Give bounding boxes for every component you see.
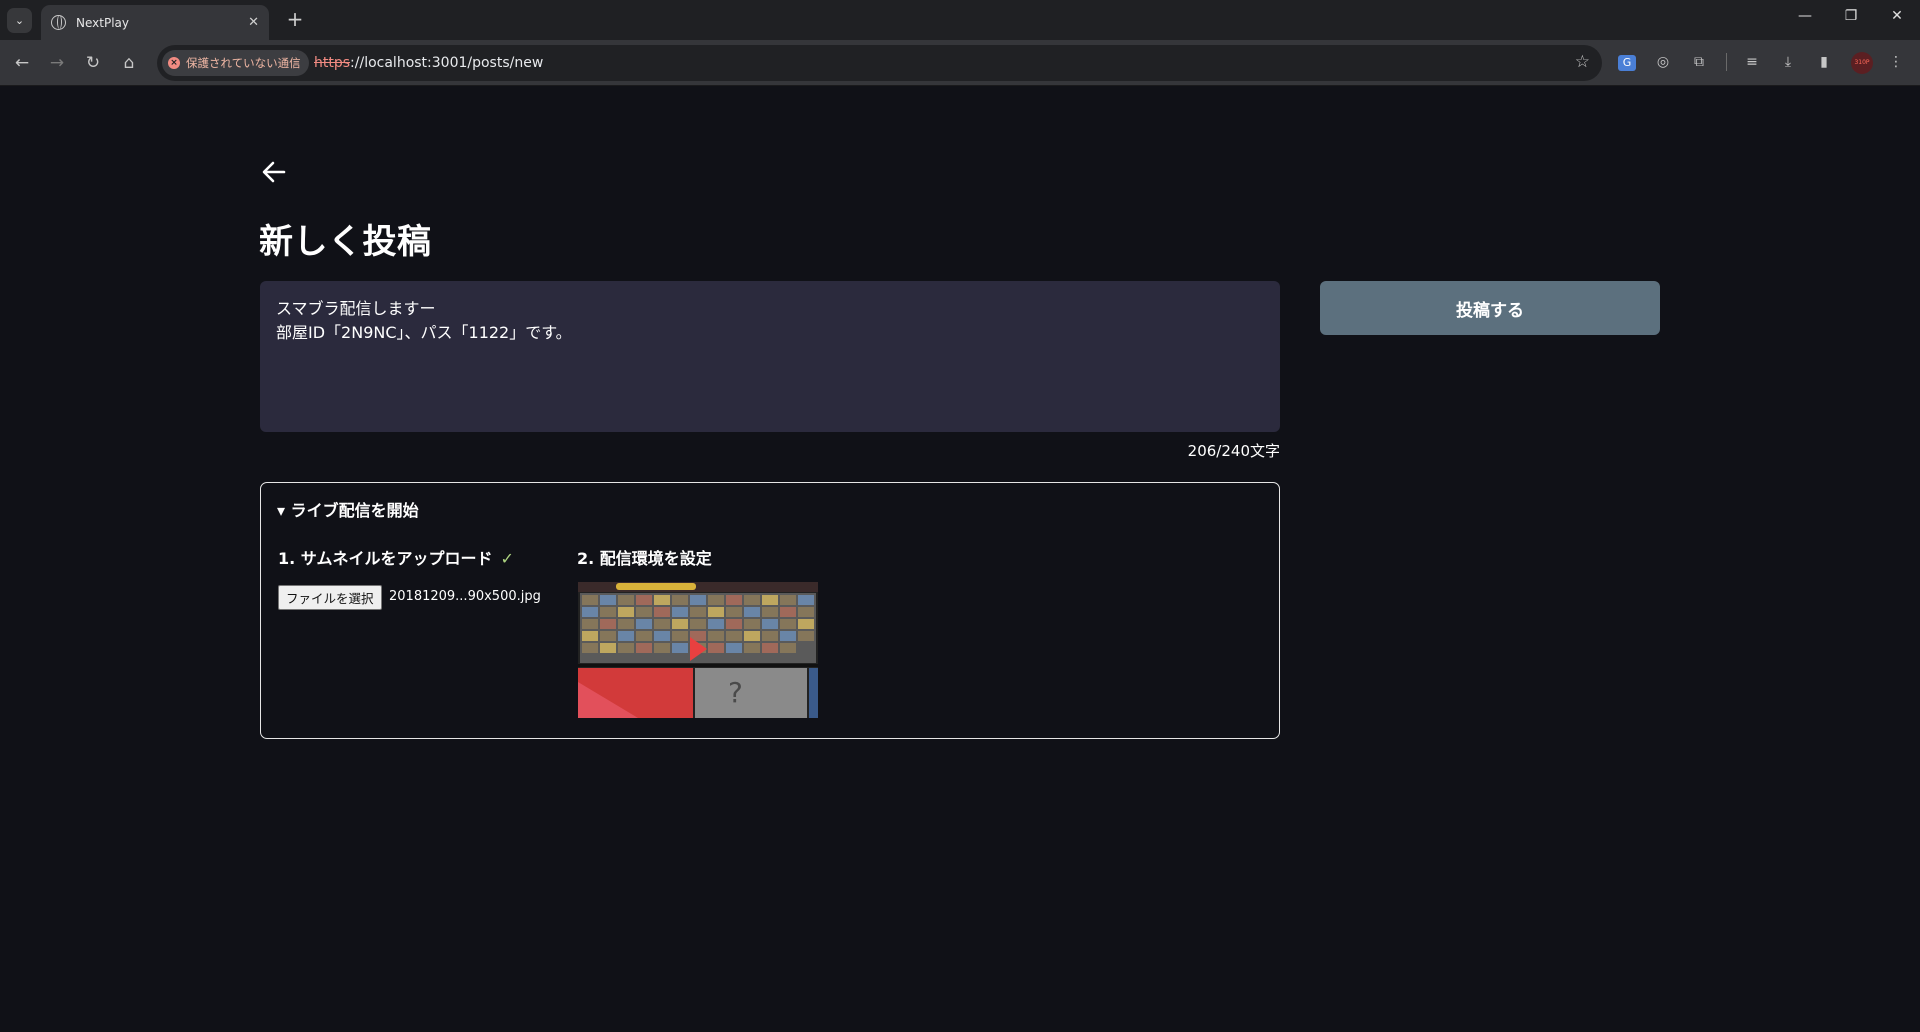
restore-icon[interactable]: ❐	[1836, 8, 1866, 24]
bookmark-star-icon[interactable]: ☆	[1575, 52, 1590, 72]
new-tab-button[interactable]: +	[283, 8, 307, 32]
thumbnail-preview[interactable]: ?	[578, 582, 818, 718]
home-icon[interactable]: ⌂	[117, 51, 141, 75]
back-icon[interactable]: ←	[10, 51, 34, 75]
glasses-extension-icon[interactable]: ◎	[1652, 51, 1674, 73]
globe-icon	[51, 15, 66, 30]
minimize-icon[interactable]: —	[1790, 8, 1820, 24]
side-panel-icon[interactable]: ▮	[1813, 51, 1835, 73]
step1-label: 1. サムネイルをアップロード	[278, 549, 493, 568]
security-label: 保護されていない通信	[186, 56, 301, 70]
step-upload-thumbnail: 1. サムネイルをアップロード ✓	[278, 545, 514, 569]
address-bar[interactable]: × 保護されていない通信 https://localhost:3001/post…	[157, 45, 1602, 81]
submit-post-button[interactable]: 投稿する	[1320, 281, 1660, 335]
choose-file-button[interactable]: ファイルを選択	[278, 585, 382, 610]
live-stream-summary[interactable]: ▾ ライブ配信を開始	[277, 497, 419, 521]
reload-icon[interactable]: ↻	[81, 51, 105, 75]
back-arrow-icon[interactable]	[260, 158, 288, 186]
toolbar-divider	[1726, 53, 1727, 71]
tab-strip: ⌄ NextPlay ✕ + — ❐ ✕	[0, 0, 1920, 40]
char-counter: 206/240文字	[1187, 442, 1280, 460]
warning-icon: ×	[168, 57, 180, 69]
live-stream-details: ▾ ライブ配信を開始 1. サムネイルをアップロード ✓ 2. 配信環境を設定 フ…	[260, 482, 1280, 739]
media-queue-icon[interactable]: ≡	[1741, 51, 1763, 73]
profile-avatar[interactable]: 310P	[1851, 52, 1873, 74]
download-icon[interactable]: ⤓	[1777, 51, 1799, 73]
page-title: 新しく投稿	[259, 222, 432, 262]
window-close-icon[interactable]: ✕	[1882, 8, 1912, 24]
menu-dots-icon[interactable]: ⋮	[1885, 51, 1907, 73]
url-text[interactable]: https://localhost:3001/posts/new	[314, 55, 543, 71]
post-textarea[interactable]: スマブラ配信しますー 部屋ID「2N9NC」、パス「1122」です。	[260, 281, 1280, 432]
selected-file-name: 20181209...90x500.jpg	[389, 589, 541, 604]
security-chip[interactable]: × 保護されていない通信	[162, 50, 309, 76]
tab-search-icon[interactable]: ⌄	[7, 8, 32, 33]
puzzle-extensions-icon[interactable]: ⧉	[1688, 51, 1710, 73]
url-path: ://localhost:3001/posts/new	[350, 55, 544, 71]
check-icon: ✓	[500, 549, 514, 568]
tab-nextplay[interactable]: NextPlay ✕	[41, 5, 269, 40]
step-configure-stream: 2. 配信環境を設定	[577, 549, 712, 568]
translate-extension-icon[interactable]: G	[1618, 55, 1636, 71]
forward-icon[interactable]: →	[45, 51, 69, 75]
close-tab-icon[interactable]: ✕	[248, 15, 259, 30]
tab-title: NextPlay	[76, 15, 129, 30]
svg-text:?: ?	[728, 676, 743, 709]
url-scheme: https	[314, 55, 351, 71]
